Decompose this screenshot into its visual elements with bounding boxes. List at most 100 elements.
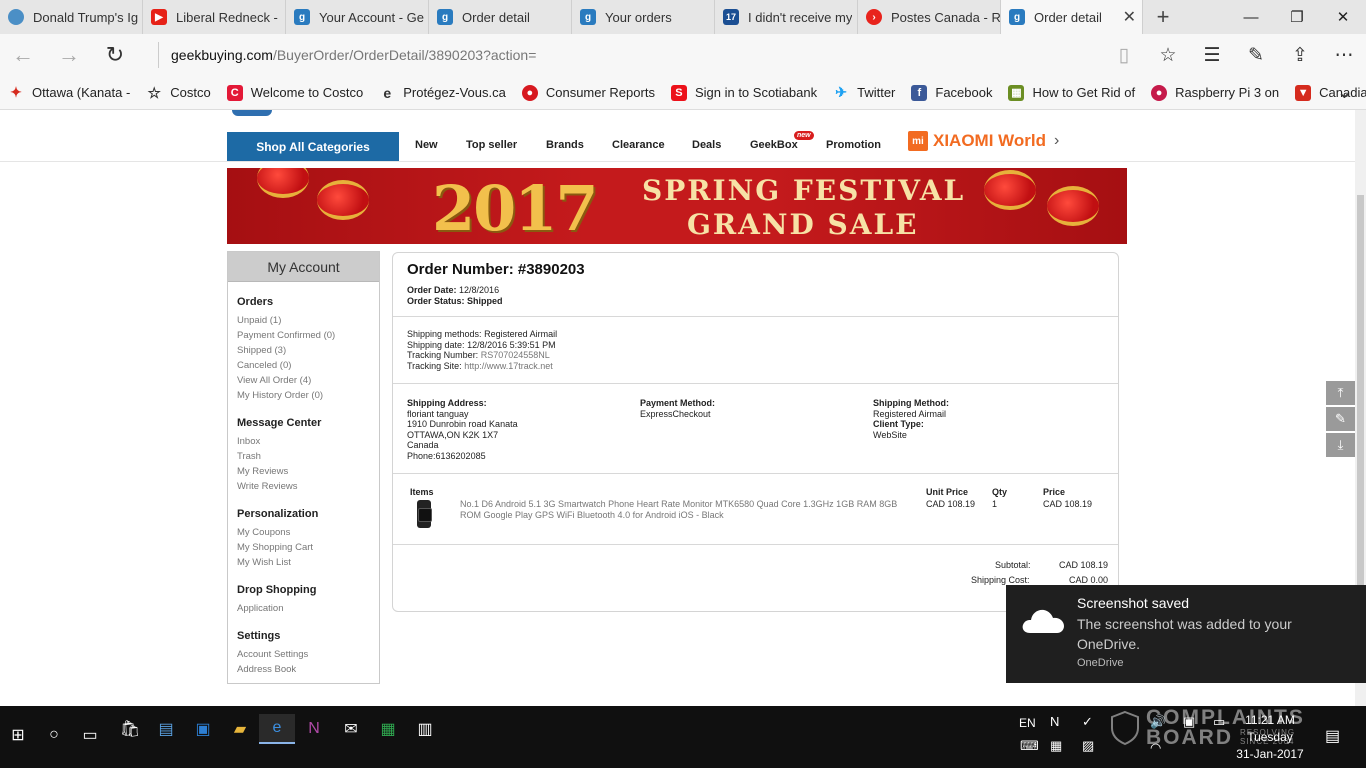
cortana-icon[interactable]: ○ (36, 720, 72, 750)
keyboard-icon[interactable]: ⌨ (1020, 738, 1039, 754)
fav-how-to[interactable]: ▦ How to Get Rid of (1008, 84, 1135, 101)
nav-deals[interactable]: Deals (692, 139, 721, 151)
maximize-icon[interactable]: ❐ (1274, 0, 1320, 34)
fav-raspberry-pi[interactable]: ● Raspberry Pi 3 on (1151, 84, 1279, 101)
tab-didnt-receive[interactable]: 17 I didn't receive my (715, 0, 858, 34)
reading-view-icon[interactable]: ▯ (1102, 44, 1146, 67)
address-line: Canada (407, 440, 439, 450)
sidebar-link-trash[interactable]: Trash (237, 449, 379, 464)
more-icon[interactable]: ⋯ (1322, 44, 1366, 67)
fav-ottawa[interactable]: ✦ Ottawa (Kanata - (8, 84, 130, 101)
share-icon[interactable]: ⇪ (1278, 44, 1322, 67)
volume-icon[interactable]: 🔊 (1150, 714, 1166, 730)
shipping-info-section: Shipping methods: Registered Airmail Shi… (393, 317, 1118, 384)
windows-start-icon[interactable]: ⊞ (0, 720, 36, 750)
action-center-icon[interactable]: ▤ (1325, 726, 1340, 746)
new-tab-button[interactable]: + (1143, 0, 1183, 34)
wifi-icon[interactable]: ◠ (1150, 740, 1161, 756)
fav-scotiabank[interactable]: S Sign in to Scotiabank (670, 84, 817, 101)
sidebar-link-application[interactable]: Application (237, 601, 379, 616)
fav-label: Facebook (935, 85, 993, 100)
onenote-icon[interactable]: N (296, 714, 332, 744)
sidebar-link-address-book[interactable]: Address Book (237, 662, 379, 677)
photos-tray-icon[interactable]: ▨ (1082, 738, 1094, 754)
network-tray-icon[interactable]: ▦ (1050, 738, 1062, 754)
tab-liberal-redneck[interactable]: ▶ Liberal Redneck - (143, 0, 286, 34)
norton-icon[interactable]: ✓ (1082, 714, 1093, 730)
nav-new[interactable]: New (415, 139, 438, 151)
sidebar-link-history-order[interactable]: My History Order (0) (237, 388, 379, 403)
battery-icon[interactable]: ▭ (1213, 714, 1225, 730)
tab-your-account[interactable]: g Your Account - Ge (286, 0, 429, 34)
taskbar-clock[interactable]: 11:21 AM Tuesday 31-Jan-2017 (1230, 712, 1310, 763)
smartwatch-thumbnail[interactable] (417, 500, 432, 528)
tab-postes-canada[interactable]: › Postes Canada - R (858, 0, 1001, 34)
scroll-top-icon[interactable]: ⤒ (1326, 381, 1355, 405)
tab-donald-trump[interactable]: Donald Trump's Ig (0, 0, 143, 34)
chevron-down-icon[interactable]: ⌄ (1337, 82, 1352, 103)
forward-arrow-icon[interactable]: → (46, 34, 92, 76)
edit-icon[interactable]: ✎ (1326, 407, 1355, 431)
scroll-bottom-icon[interactable]: ⤓ (1326, 433, 1355, 457)
nav-promotion[interactable]: Promotion (826, 139, 881, 151)
refresh-icon[interactable]: ↻ (92, 34, 138, 76)
sidebar-link-my-coupons[interactable]: My Coupons (237, 525, 379, 540)
web-note-icon[interactable]: ✎ (1234, 44, 1278, 67)
fav-canadian-tire[interactable]: ▼Canadian Tire (1295, 84, 1366, 101)
close-window-icon[interactable]: ✕ (1320, 0, 1366, 34)
sidebar-link-payment-confirmed[interactable]: Payment Confirmed (0) (237, 328, 379, 343)
chat-tray-icon[interactable]: ▣ (1183, 714, 1195, 730)
sidebar-link-canceled[interactable]: Canceled (0) (237, 358, 379, 373)
language-indicator[interactable]: EN (1019, 716, 1036, 730)
xiaomi-world-link[interactable]: mi XIAOMI World › (908, 131, 1059, 151)
fav-consumer-reports[interactable]: ● Consumer Reports (521, 84, 655, 101)
tracking-site-link[interactable]: http://www.17track.net (464, 361, 553, 371)
tab-order-detail-active[interactable]: g Order detail ✕ (1001, 0, 1143, 34)
url-field[interactable]: geekbuying.com/BuyerOrder/OrderDetail/38… (158, 42, 536, 68)
scrollbar-thumb[interactable] (1357, 195, 1364, 625)
sidebar-heading: Orders (237, 296, 274, 308)
excel-icon[interactable]: ▦ (370, 714, 406, 744)
sidebar-link-wish-list[interactable]: My Wish List (237, 555, 379, 570)
nav-geekbox[interactable]: GeekBox new (750, 131, 814, 151)
address-line: Phone:6136202085 (407, 450, 486, 461)
spring-festival-banner[interactable]: 2017 SPRING FESTIVAL GRAND SALE (227, 168, 1127, 244)
back-arrow-icon[interactable]: ← (0, 34, 46, 76)
sidebar-link-inbox[interactable]: Inbox (237, 434, 379, 449)
item-description[interactable]: No.1 D6 Android 5.1 3G Smartwatch Phone … (460, 499, 905, 520)
hub-icon[interactable]: ☰ (1190, 44, 1234, 67)
sidebar-link-my-reviews[interactable]: My Reviews (237, 464, 379, 479)
fav-facebook[interactable]: f Facebook (911, 84, 993, 101)
screenshot-saved-notification[interactable]: Screenshot saved The screenshot was adde… (1006, 585, 1366, 683)
mail-icon[interactable]: ✉ (333, 714, 369, 744)
nav-brands[interactable]: Brands (546, 139, 584, 151)
task-view-icon[interactable]: ▭ (72, 720, 108, 750)
fav-twitter[interactable]: ✈ Twitter (833, 84, 895, 101)
nav-clearance[interactable]: Clearance (612, 139, 665, 151)
fav-costco[interactable]: ☆ Costco (146, 85, 211, 102)
edge-browser-icon[interactable]: e (259, 714, 295, 744)
favorite-star-icon[interactable]: ☆ (1146, 44, 1190, 67)
minimize-icon[interactable]: — (1228, 0, 1274, 34)
sidebar-link-shopping-cart[interactable]: My Shopping Cart (237, 540, 379, 555)
nav-top-seller[interactable]: Top seller (466, 139, 517, 151)
subtotal-value: CAD 108.19 (1058, 560, 1108, 570)
sidebar-link-unpaid[interactable]: Unpaid (1) (237, 313, 379, 328)
tab-your-orders[interactable]: g Your orders (572, 0, 715, 34)
sidebar-link-account-settings[interactable]: Account Settings (237, 647, 379, 662)
people-icon[interactable]: ▤ (148, 714, 184, 744)
calendar-icon[interactable]: ▥ (407, 714, 443, 744)
app-icon[interactable]: ▣ (185, 714, 221, 744)
site-logo[interactable] (232, 110, 272, 116)
store-icon[interactable]: 🛍 (112, 714, 148, 744)
close-icon[interactable]: ✕ (1123, 7, 1136, 27)
fav-welcome-costco[interactable]: C Welcome to Costco (226, 84, 363, 101)
shop-all-categories-button[interactable]: Shop All Categories (227, 132, 399, 161)
onenote-tray-icon[interactable]: N (1050, 714, 1059, 729)
file-explorer-icon[interactable]: ▰ (222, 714, 258, 744)
sidebar-link-shipped[interactable]: Shipped (3) (237, 343, 379, 358)
sidebar-link-view-all-order[interactable]: View All Order (4) (237, 373, 379, 388)
tab-order-detail[interactable]: g Order detail (429, 0, 572, 34)
sidebar-link-write-reviews[interactable]: Write Reviews (237, 479, 379, 494)
fav-protegez-vous[interactable]: e Protégez-Vous.ca (379, 85, 506, 101)
